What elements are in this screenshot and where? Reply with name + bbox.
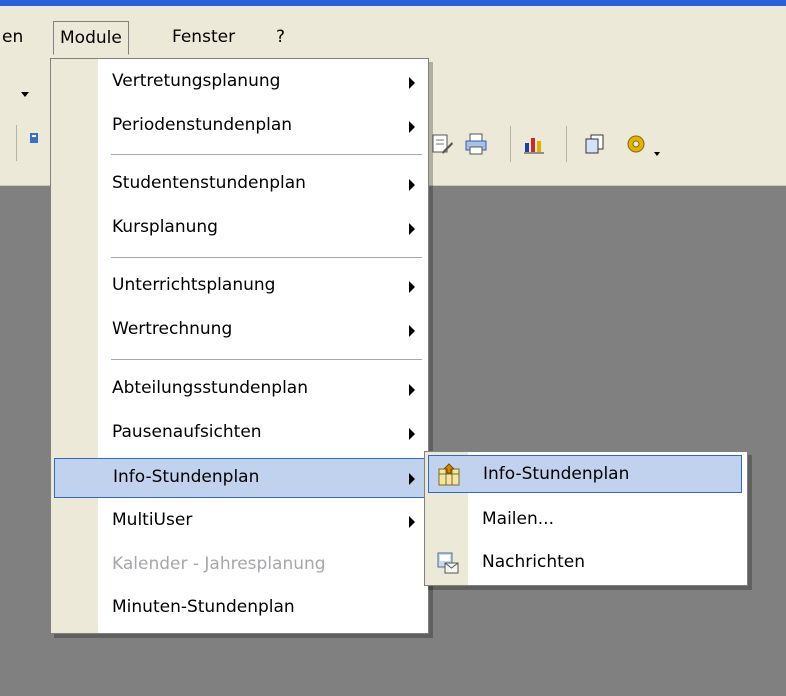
messages-icon xyxy=(436,551,460,575)
menubar-item-module[interactable]: Module xyxy=(53,21,129,55)
menu-item-periodenstundenplan[interactable]: Periodenstundenplan xyxy=(54,109,425,145)
menu-item-label: MultiUser xyxy=(112,510,193,530)
menu-item-pausenaufsichten[interactable]: Pausenaufsichten xyxy=(54,416,425,452)
submenu-arrow-icon xyxy=(409,516,415,528)
edit-document-icon[interactable] xyxy=(430,132,454,156)
menu-item-label: Unterrichtsplanung xyxy=(112,275,276,295)
menu-item-label: Periodenstundenplan xyxy=(112,115,293,135)
menu-item-kursplanung[interactable]: Kursplanung xyxy=(54,211,425,247)
menubar-item-partial[interactable]: en xyxy=(2,22,23,52)
submenu-arrow-icon xyxy=(409,121,415,133)
submenu-arrow-icon xyxy=(409,473,415,485)
submenu-arrow-icon xyxy=(409,428,415,440)
menu-item-unterrichtsplanung[interactable]: Unterrichtsplanung xyxy=(54,269,425,305)
document-icon[interactable] xyxy=(28,130,42,144)
menu-item-info-stundenplan[interactable]: Info-Stundenplan xyxy=(54,458,425,498)
submenu-item-mailen[interactable]: Mailen... xyxy=(428,501,742,539)
menubar-item-help[interactable]: ? xyxy=(276,22,285,52)
submenu-arrow-icon xyxy=(409,77,415,89)
menu-item-label: Pausenaufsichten xyxy=(112,422,262,442)
menu-item-label: Vertretungsplanung xyxy=(112,71,281,91)
submenu-item-label: Mailen... xyxy=(482,509,554,529)
submenu-arrow-icon xyxy=(409,281,415,293)
submenu-arrow-icon xyxy=(409,179,415,191)
toolbar-separator xyxy=(16,125,17,161)
submenu-item-info-stundenplan[interactable]: Info-Stundenplan xyxy=(428,455,742,493)
menu-item-multiuser[interactable]: MultiUser xyxy=(54,504,425,540)
submenu-item-label: Nachrichten xyxy=(482,552,585,572)
copy-windows-icon[interactable] xyxy=(582,132,606,156)
menu-separator xyxy=(111,257,422,258)
menu-separator xyxy=(111,154,422,155)
menu-item-studentenstundenplan[interactable]: Studentenstundenplan xyxy=(54,167,425,203)
menu-item-wertrechnung[interactable]: Wertrechnung xyxy=(54,313,425,349)
menu-item-abteilungsstundenplan[interactable]: Abteilungsstundenplan xyxy=(54,372,425,408)
submenu-arrow-icon xyxy=(409,384,415,396)
toolbar-separator xyxy=(566,126,567,162)
dropdown-arrow-icon[interactable] xyxy=(652,144,662,156)
menu-item-label: Info-Stundenplan xyxy=(113,467,260,487)
submenu-item-nachrichten[interactable]: Nachrichten xyxy=(428,544,742,582)
module-menu: Vertretungsplanung Periodenstundenplan S… xyxy=(50,58,429,634)
submenu-item-label: Info-Stundenplan xyxy=(483,464,630,484)
menu-item-label: Minuten-Stundenplan xyxy=(112,597,295,617)
chart-icon[interactable] xyxy=(522,132,546,156)
menu-item-label: Studentenstundenplan xyxy=(112,173,306,193)
menu-item-label: Abteilungsstundenplan xyxy=(112,378,308,398)
info-timetable-icon xyxy=(437,463,461,487)
print-icon[interactable] xyxy=(464,132,488,156)
menu-item-label: Wertrechnung xyxy=(112,319,233,339)
info-stundenplan-submenu: Info-Stundenplan Mailen... Nachrichten xyxy=(424,451,748,586)
menubar-item-fenster[interactable]: Fenster xyxy=(172,22,235,52)
menu-item-label: Kalender - Jahresplanung xyxy=(112,554,326,574)
menu-item-vertretungsplanung[interactable]: Vertretungsplanung xyxy=(54,65,425,101)
menu-item-minuten-stundenplan[interactable]: Minuten-Stundenplan xyxy=(54,591,425,627)
menu-item-label: Kursplanung xyxy=(112,217,218,237)
menu-item-kalender-jahresplanung: Kalender - Jahresplanung xyxy=(54,548,425,584)
submenu-arrow-icon xyxy=(409,223,415,235)
toolbar-separator xyxy=(510,126,511,162)
menu-separator xyxy=(111,359,422,360)
menubar: en Module Fenster ? xyxy=(0,6,786,60)
gear-icon[interactable] xyxy=(624,132,648,156)
submenu-arrow-icon xyxy=(409,325,415,337)
dropdown-arrow-icon[interactable] xyxy=(20,84,30,97)
